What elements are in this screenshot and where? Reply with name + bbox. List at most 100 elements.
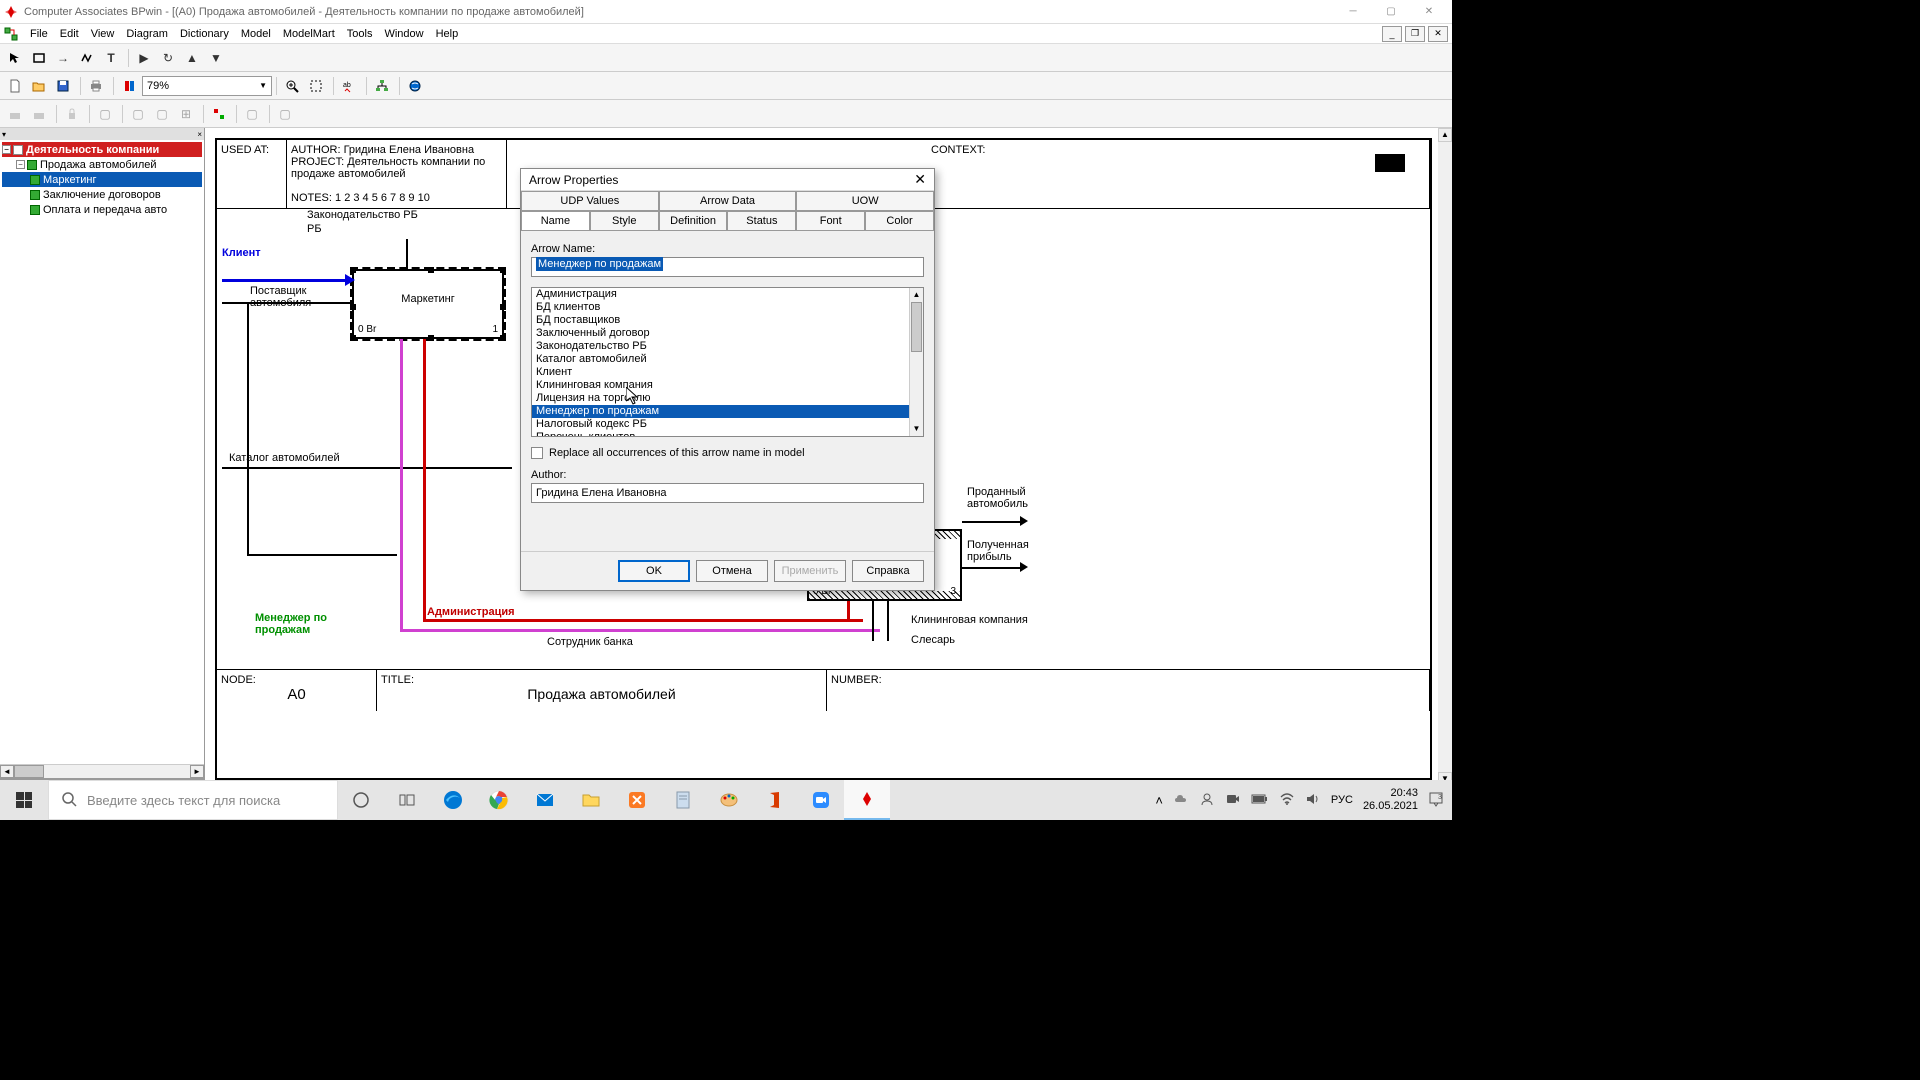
mm-btn-1[interactable] [4,103,26,125]
author-input[interactable] [531,483,924,503]
list-item[interactable]: Менеджер по продажам [532,405,923,418]
paint-icon[interactable] [706,780,752,820]
tab-definition[interactable]: Definition [659,211,728,230]
tree-button[interactable] [371,75,393,97]
tree-item-0[interactable]: − Продажа автомобилей [2,157,202,172]
menu-edit[interactable]: Edit [54,28,85,40]
tab-arrow-data[interactable]: Arrow Data [659,191,797,210]
bpwin-taskbar-icon[interactable] [844,780,890,820]
squiggle-tool[interactable] [76,47,98,69]
menu-dictionary[interactable]: Dictionary [174,28,235,40]
arrow-name-input[interactable]: Менеджер по продажам [531,257,924,277]
start-button[interactable] [0,780,48,820]
help-button[interactable]: Справка [852,560,924,582]
refresh-tool[interactable]: ↻ [157,47,179,69]
zoom-fit-button[interactable] [305,75,327,97]
go-child-tool[interactable]: ▶ [133,47,155,69]
tab-name[interactable]: Name [521,211,590,230]
canvas-vscroll[interactable]: ▲ ▼ [1438,128,1452,786]
menu-view[interactable]: View [85,28,121,40]
mdi-restore-button[interactable]: ❐ [1405,26,1425,42]
list-item[interactable]: Заключенный договор [532,327,923,340]
tray-onedrive-icon[interactable] [1173,791,1189,810]
cortana-icon[interactable] [338,780,384,820]
text-tool[interactable]: T [100,47,122,69]
pointer-tool[interactable] [4,47,26,69]
menu-diagram[interactable]: Diagram [120,28,174,40]
menu-modelmart[interactable]: ModelMart [277,28,341,40]
tray-notifications-icon[interactable]: 3 [1428,791,1444,810]
spell-button[interactable]: ab [338,75,360,97]
mdi-minimize-button[interactable]: _ [1382,26,1402,42]
taskview-icon[interactable] [384,780,430,820]
go-parent-up-tool[interactable]: ▲ [181,47,203,69]
tree-item-1[interactable]: Маркетинг [2,172,202,187]
new-button[interactable] [4,75,26,97]
menu-tools[interactable]: Tools [341,28,379,40]
list-item[interactable]: Законодательство РБ [532,340,923,353]
notepad-icon[interactable] [660,780,706,820]
mm-btn-4[interactable]: ▢ [94,103,116,125]
tray-people-icon[interactable] [1199,791,1215,810]
list-item[interactable]: Клиент [532,366,923,379]
tree-hscroll[interactable]: ◄ ► [0,764,204,778]
taskbar-search[interactable]: Введите здесь текст для поиска [48,780,338,820]
tab-style[interactable]: Style [590,211,659,230]
activity-marketing[interactable]: Маркетинг 0 Br 1 [352,269,504,339]
list-item[interactable]: БД клиентов [532,301,923,314]
chrome-icon[interactable] [476,780,522,820]
tab-udp[interactable]: UDP Values [521,191,659,210]
minimize-button[interactable]: ─ [1334,1,1372,23]
dialog-titlebar[interactable]: Arrow Properties ✕ [521,169,934,191]
tree-item-2[interactable]: Заключение договоров [2,187,202,202]
edge-icon[interactable] [430,780,476,820]
ok-button[interactable]: OK [618,560,690,582]
report-button[interactable] [118,75,140,97]
list-item[interactable]: БД поставщиков [532,314,923,327]
tree-grip-icon[interactable]: ▾ [2,130,6,139]
apply-button[interactable]: Применить [774,560,846,582]
mm-btn-2[interactable] [28,103,50,125]
tab-color[interactable]: Color [865,211,934,230]
tree-item-3[interactable]: Оплата и передача авто [2,202,202,217]
mm-btn-5[interactable]: ▢ [127,103,149,125]
menu-window[interactable]: Window [378,28,429,40]
mm-btn-9[interactable]: ▢ [241,103,263,125]
list-scrollbar[interactable]: ▲ ▼ [909,288,923,436]
mm-btn-6[interactable]: ▢ [151,103,173,125]
close-button[interactable]: ✕ [1410,1,1448,23]
zoom-combo[interactable]: 79% ▼ [142,76,272,96]
zoom-in-button[interactable] [281,75,303,97]
tray-chevron-icon[interactable]: ˄ [1155,793,1163,808]
tray-clock[interactable]: 20:43 26.05.2021 [1363,787,1418,813]
list-item[interactable]: Каталог автомобилей [532,353,923,366]
list-item[interactable]: Налоговый кодекс РБ [532,418,923,431]
explorer-icon[interactable] [568,780,614,820]
tab-font[interactable]: Font [796,211,865,230]
mail-icon[interactable] [522,780,568,820]
save-button[interactable] [52,75,74,97]
zoom-icon[interactable] [798,780,844,820]
list-item[interactable]: Лицензия на торговлю [532,392,923,405]
menu-model[interactable]: Model [235,28,277,40]
office-icon[interactable] [752,780,798,820]
xampp-icon[interactable] [614,780,660,820]
model-button[interactable] [404,75,426,97]
tab-status[interactable]: Status [727,211,796,230]
tray-lang[interactable]: РУС [1331,794,1353,806]
arrow-tool[interactable]: → [52,47,74,69]
maximize-button[interactable]: ▢ [1372,1,1410,23]
tab-uow[interactable]: UOW [796,191,934,210]
print-button[interactable] [85,75,107,97]
list-item[interactable]: Перечень клиентов [532,431,923,437]
list-item[interactable]: Администрация [532,288,923,301]
activity-tool[interactable] [28,47,50,69]
tray-volume-icon[interactable] [1305,791,1321,810]
go-parent-down-tool[interactable]: ▼ [205,47,227,69]
mm-btn-8[interactable] [208,103,230,125]
mm-lock-button[interactable] [61,103,83,125]
tree-root[interactable]: − Деятельность компании [2,142,202,157]
menu-help[interactable]: Help [430,28,465,40]
mdi-close-button[interactable]: ✕ [1428,26,1448,42]
replace-checkbox[interactable]: Replace all occurrences of this arrow na… [531,447,924,459]
